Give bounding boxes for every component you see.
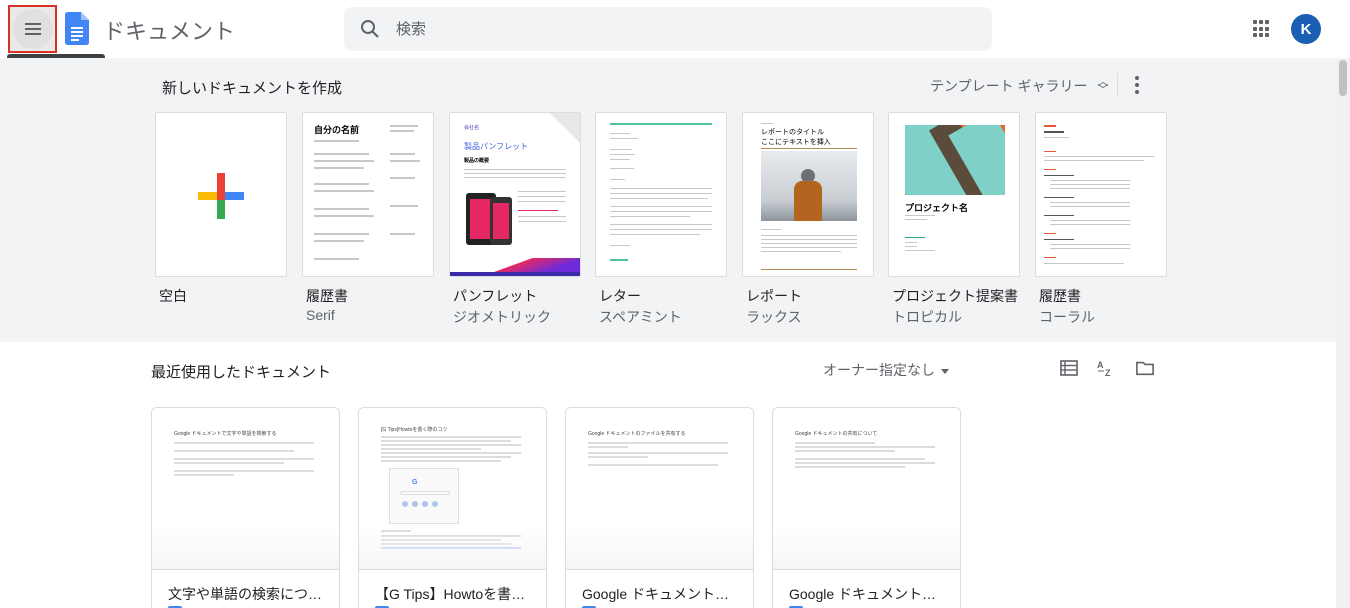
plus-icon (198, 173, 244, 219)
search-input[interactable] (396, 7, 976, 51)
template-thumbnail[interactable] (1035, 112, 1167, 277)
preview-heading: Google ドキュメントの共有について (795, 431, 878, 437)
template-resume-serif[interactable]: 自分の名前 履歴書 Serif (302, 112, 434, 323)
template-thumbnail[interactable] (155, 112, 287, 277)
template-subname: スペアミント (599, 309, 682, 325)
svg-text:Z: Z (1105, 368, 1111, 377)
document-title: 【G Tips】Howtoを書く際... (375, 586, 535, 602)
template-subname: ジオメトリック (453, 309, 551, 325)
preview-heading: Google ドキュメントのファイルを共有する (588, 431, 686, 437)
scrollbar-thumb[interactable] (1339, 60, 1347, 96)
preview-heading: [G Tips]Howtoを書く際のコツ (381, 427, 448, 433)
thumb-heading: 製品パンフレット (464, 142, 529, 151)
document-title: Google ドキュメントのフ... (582, 586, 742, 602)
template-thumbnail[interactable]: 自分の名前 (302, 112, 434, 277)
template-gallery-label: テンプレート ギャラリー (930, 78, 1088, 94)
divider (1117, 73, 1118, 97)
more-vert-icon[interactable] (1133, 76, 1141, 96)
document-title: Google ドキュメントの共... (789, 586, 949, 602)
document-title: 文字や単語の検索について (168, 586, 328, 602)
document-preview[interactable]: Google ドキュメントで文字や単語を検索する (152, 408, 339, 570)
preview-heading: Google ドキュメントで文字や単語を検索する (174, 431, 277, 437)
template-report-luxe[interactable]: レポートのタイトル ここにテキストを挿入 レポート ラックス (742, 112, 874, 327)
main-menu-highlight (12, 9, 53, 49)
template-subname: コーラル (1039, 309, 1095, 325)
template-blank[interactable]: 空白 (155, 112, 287, 306)
template-name: 履歴書 (1039, 288, 1081, 304)
recent-section-title: 最近使用したドキュメント (151, 364, 332, 381)
folder-icon[interactable] (1136, 359, 1154, 377)
template-name: パンフレット (453, 288, 538, 304)
recent-document-card[interactable]: Google ドキュメントのファイルを共有する Google ドキュメントのフ.… (565, 407, 754, 608)
search-icon[interactable] (360, 19, 380, 39)
top-bar: メインメニュー ドキュメント K (0, 0, 1350, 74)
template-section: 新しいドキュメントを作成 テンプレート ギャラリー ︿ ﹀ 空白 自分の名前 履… (0, 58, 1336, 342)
document-preview[interactable]: Google ドキュメントのファイルを共有する (566, 408, 753, 570)
document-preview[interactable]: Google ドキュメントの共有について (773, 408, 960, 570)
template-brochure-geometric[interactable]: 会社名 製品パンフレット 製品の概要 パンフレット ジオメトリック (449, 112, 581, 327)
menu-icon (24, 23, 41, 35)
main-menu-button[interactable] (8, 5, 57, 53)
template-thumbnail[interactable]: 会社名 製品パンフレット 製品の概要 (449, 112, 581, 277)
template-name: 履歴書 (306, 288, 348, 304)
template-project-proposal-tropical[interactable]: プロジェクト名 プロジェクト提案書 トロピカル (888, 112, 1020, 327)
recent-document-card[interactable]: [G Tips]Howtoを書く際のコツ G 【G Tips】Howtoを書く際… (358, 407, 547, 608)
thumb-subheading: 製品の概要 (464, 158, 490, 164)
caret-down-icon (941, 368, 949, 374)
thumb-heading: プロジェクト名 (905, 203, 969, 213)
recent-document-card[interactable]: Google ドキュメントで文字や単語を検索する 文字や単語の検索について (151, 407, 340, 608)
unfold-icon: ︿ ﹀ (1097, 76, 1109, 96)
template-subname: トロピカル (892, 309, 962, 325)
sort-az-icon[interactable]: A Z (1097, 359, 1115, 377)
template-subname: ラックス (746, 309, 802, 325)
template-name: プロジェクト提案書 (892, 288, 1018, 304)
app-title[interactable]: ドキュメント (103, 14, 235, 46)
list-view-icon[interactable] (1060, 359, 1078, 377)
thumb-heading: 自分の名前 (314, 125, 360, 135)
template-section-title: 新しいドキュメントを作成 (162, 80, 343, 97)
apps-icon[interactable] (1252, 19, 1272, 39)
template-thumbnail[interactable] (595, 112, 727, 277)
thumb-subheading: ここにテキストを挿入 (761, 139, 831, 146)
template-thumbnail[interactable]: レポートのタイトル ここにテキストを挿入 (742, 112, 874, 277)
template-resume-coral[interactable]: 履歴書 コーラル (1035, 112, 1167, 327)
recent-document-card[interactable]: Google ドキュメントの共有について Google ドキュメントの共... (772, 407, 961, 608)
preview-google-logo: G (412, 479, 418, 486)
thumb-company: 会社名 (464, 125, 480, 131)
template-thumbnail[interactable]: プロジェクト名 (888, 112, 1020, 277)
template-name: 空白 (159, 288, 187, 304)
owner-filter-dropdown[interactable]: オーナー指定なし (823, 360, 949, 380)
template-name: レター (599, 288, 641, 304)
page-scrollbar[interactable] (1336, 58, 1350, 608)
template-subname: Serif (306, 307, 335, 323)
template-letter-spearmint[interactable]: レター スペアミント (595, 112, 727, 327)
document-preview[interactable]: [G Tips]Howtoを書く際のコツ G (359, 408, 546, 570)
template-name: レポート (746, 288, 802, 304)
thumb-heading: レポートのタイトル (761, 129, 824, 136)
template-gallery-button[interactable]: テンプレート ギャラリー ︿ ﹀ (930, 76, 1108, 96)
docs-logo-icon[interactable] (65, 12, 89, 45)
account-avatar[interactable]: K (1291, 14, 1321, 44)
svg-text:A: A (1097, 360, 1104, 370)
search-box[interactable] (344, 7, 992, 51)
owner-filter-label: オーナー指定なし (823, 362, 935, 378)
